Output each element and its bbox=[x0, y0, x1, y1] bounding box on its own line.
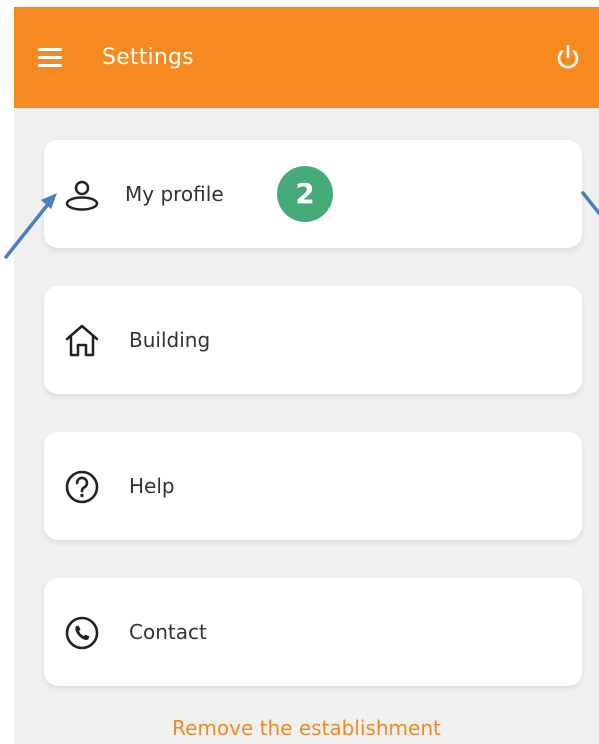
app-screen: Settings My profile 2 Building Help Cont… bbox=[14, 7, 599, 744]
help-circle-icon bbox=[65, 470, 99, 504]
step-badge: 2 bbox=[277, 166, 333, 222]
menu-item-label: My profile bbox=[125, 182, 224, 206]
hamburger-menu-icon[interactable] bbox=[38, 48, 62, 68]
menu-item-building[interactable]: Building bbox=[44, 286, 582, 394]
page-title: Settings bbox=[102, 45, 194, 70]
top-app-bar: Settings bbox=[14, 7, 599, 108]
menu-item-contact[interactable]: Contact bbox=[44, 578, 582, 686]
menu-item-label: Building bbox=[129, 328, 211, 352]
menu-item-my-profile[interactable]: My profile 2 bbox=[44, 140, 582, 248]
phone-icon bbox=[65, 616, 99, 650]
menu-item-label: Contact bbox=[129, 620, 207, 644]
remove-establishment-link[interactable]: Remove the establishment bbox=[14, 715, 599, 741]
power-icon[interactable] bbox=[555, 44, 581, 72]
home-icon bbox=[65, 324, 99, 357]
menu-item-label: Help bbox=[129, 474, 175, 498]
menu-item-help[interactable]: Help bbox=[44, 432, 582, 540]
user-icon bbox=[65, 180, 99, 211]
